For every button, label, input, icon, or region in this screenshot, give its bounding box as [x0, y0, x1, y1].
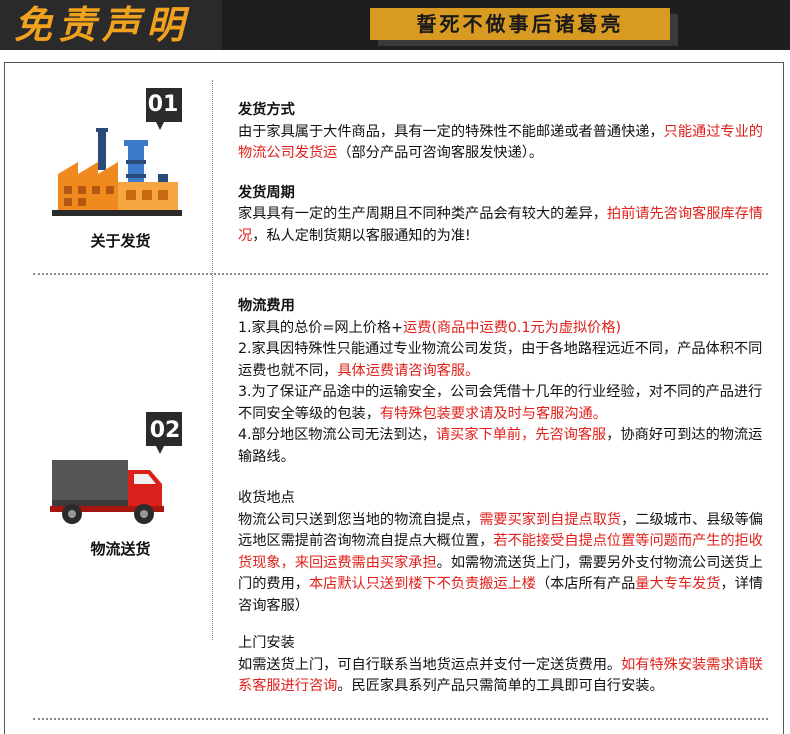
section-1-badge: 01 [147, 92, 179, 117]
pickup-highlight-4: 量大专车发货 [635, 576, 721, 592]
fees-line-4: 4.部分地区物流公司无法到达，请买家下单前，先咨询客服，协商好可到达的物流运输路… [238, 425, 768, 468]
shipping-method-text-2: （部分产品可咨询客服发快递）。 [337, 145, 544, 161]
pickup-highlight-1: 需要买家到自提点取货 [479, 511, 622, 528]
delivery-body: 如需送货上门，可自行联系当地货运点并支付一定送货费用。如有特殊安装需求请联系客服… [238, 655, 768, 698]
section-2-text: 物流费用 1.家具的总价=网上价格+运费(商品中运费0.1元为虚拟价格) 2.家… [238, 296, 768, 710]
section-1-text: 发货方式 由于家具属于大件商品，具有一定的特殊性不能邮递或者普通快递，只能通过专… [238, 100, 768, 259]
banner-title: 免责声明 [14, 2, 191, 47]
section-2-badge: 02 [149, 418, 181, 443]
delivery-text-2: 。民匠家具系列产品只需简单的工具即可自行安装。 [337, 678, 664, 694]
fees-line-1-highlight: 运费(商品中运费0.1元为虚拟价格) [403, 319, 622, 336]
fees-line-2-highlight: 具体运费请咨询客服。 [337, 362, 480, 379]
section-divider-2 [33, 718, 768, 720]
shipping-period-body: 家具具有一定的生产周期且不同种类产品会有较大的差异，拍前请先咨询客服库存情况，私… [238, 204, 768, 247]
shipping-method-heading: 发货方式 [238, 102, 295, 118]
fees-line-3: 3.为了保证产品途中的运输安全，公司会凭借十几年的行业经验，对不同的产品进行不同… [238, 382, 768, 425]
fees-heading: 物流费用 [238, 298, 295, 314]
section-2-label: 物流送货 [90, 540, 151, 558]
section-1-label: 关于发货 [90, 232, 151, 250]
delivery-text-1: 如需送货上门，可自行联系当地货运点并支付一定送货费用。 [238, 656, 622, 673]
shipping-period-heading: 发货周期 [238, 184, 295, 201]
fees-block: 物流费用 1.家具的总价=网上价格+运费(商品中运费0.1元为虚拟价格) 2.家… [238, 296, 768, 468]
pickup-highlight-3: 本店默认只送到楼下不负责搬运上楼 [308, 576, 536, 592]
delivery-block: 上门安装 如需送货上门，可自行联系当地货运点并支付一定送货费用。如有特殊安装需求… [238, 633, 768, 698]
pickup-body: 物流公司只送到您当地的物流自提点，需要买家到自提点取货，二级城市、县级等偏远地区… [238, 510, 768, 618]
pickup-text-1: 物流公司只送到您当地的物流自提点， [238, 511, 480, 528]
pickup-block: 收货地点 物流公司只送到您当地的物流自提点，需要买家到自提点取货，二级城市、县级… [238, 488, 768, 617]
fees-line-4-text: 4.部分地区物流公司无法到达， [238, 427, 436, 443]
fees-line-2-text: 2.家具因特殊性只能通过专业物流公司发货，由于各地路程远近不同，产品体积不同运费… [238, 341, 763, 379]
shipping-method-text-1: 由于家具属于大件商品，具有一定的特殊性不能邮递或者普通快递， [238, 123, 664, 140]
vertical-divider [212, 80, 213, 640]
fees-line-1: 1.家具的总价=网上价格+运费(商品中运费0.1元为虚拟价格) [238, 318, 768, 340]
shipping-period-text-2: ，私人定制货期以客服通知的为准! [252, 227, 471, 244]
shipping-period-block: 发货周期 家具具有一定的生产周期且不同种类产品会有较大的差异，拍前请先咨询客服库… [238, 183, 768, 248]
shipping-period-text-1: 家具具有一定的生产周期且不同种类产品会有较大的差异， [238, 206, 607, 222]
header-banner: 免责声明 誓死不做事后诸葛亮 [0, 0, 790, 50]
fees-line-3-highlight: 有特殊包装要求请及时与客服沟通。 [379, 405, 607, 422]
fees-line-4-highlight: 请买家下单前，先咨询客服 [435, 427, 607, 443]
banner-slogan: 誓死不做事后诸葛亮 [416, 12, 624, 36]
fees-line-1-text: 1.家具的总价=网上价格+ [238, 319, 403, 336]
pickup-text-4: （本店所有产品 [535, 576, 636, 592]
pickup-heading: 收货地点 [238, 490, 295, 506]
shipping-method-body: 由于家具属于大件商品，具有一定的特殊性不能邮递或者普通快递，只能通过专业的物流公… [238, 122, 768, 165]
section-divider-1 [33, 273, 768, 275]
shipping-method-block: 发货方式 由于家具属于大件商品，具有一定的特殊性不能邮递或者普通快递，只能通过专… [238, 100, 768, 165]
fees-line-2: 2.家具因特殊性只能通过专业物流公司发货，由于各地路程远近不同，产品体积不同运费… [238, 339, 768, 382]
delivery-heading: 上门安装 [238, 635, 295, 651]
